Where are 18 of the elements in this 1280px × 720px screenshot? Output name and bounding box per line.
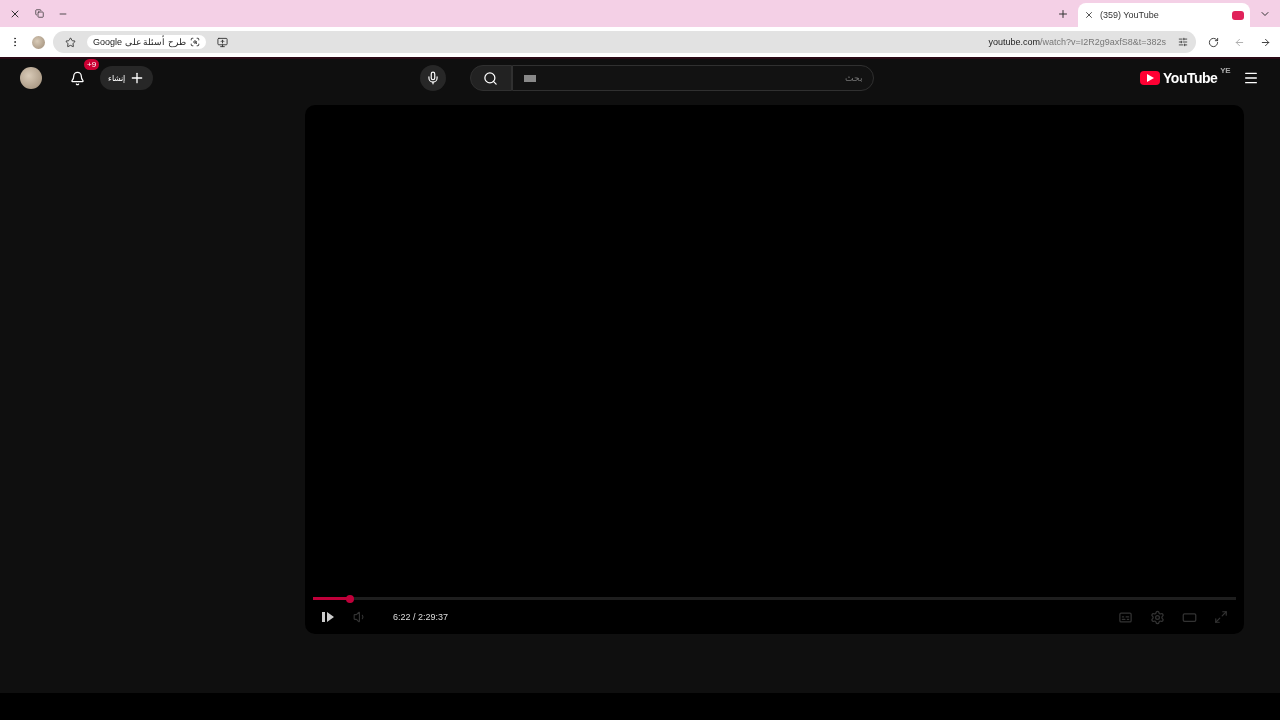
search-icon <box>483 70 498 86</box>
create-button[interactable]: إنشاء <box>100 66 153 90</box>
search-button[interactable] <box>469 65 512 91</box>
tab-title: (359) YouTube <box>1100 10 1159 20</box>
time-display: 6:22 / 2:29:37 <box>393 612 449 622</box>
plus-icon <box>129 70 145 86</box>
lens-icon <box>189 37 200 47</box>
profile-avatar[interactable] <box>32 35 45 49</box>
close-tab-icon[interactable] <box>1084 10 1094 20</box>
youtube-logo[interactable]: YouTube YE <box>1140 70 1230 86</box>
url-text: youtube.com/watch?v=I2R2g9axfS8&t=382s <box>988 37 1166 47</box>
lens-chip[interactable]: طرح أسئلة على Google <box>87 35 206 49</box>
browser-tab[interactable]: (359) YouTube <box>1078 3 1250 27</box>
search-field[interactable]: بحث <box>511 65 874 91</box>
account-avatar[interactable] <box>20 67 42 89</box>
notification-badge: +9 <box>84 59 100 70</box>
microphone-icon[interactable] <box>419 65 446 91</box>
bell-icon[interactable] <box>68 69 86 87</box>
